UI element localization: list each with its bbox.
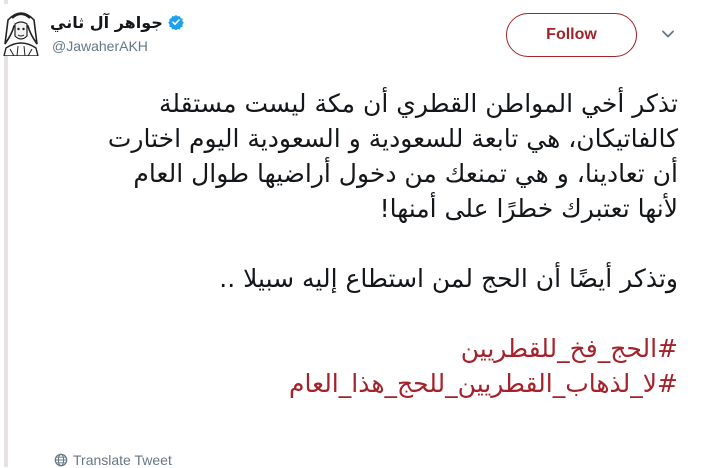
tweet-line: أن تعادينا، و هي تمنعك من دخول أراضيها ط… bbox=[133, 159, 678, 188]
tweet-line: لأنها تعتبرك خطرًا على أمنها! bbox=[379, 194, 678, 223]
tweet-line: وتذكر أيضًا أن الحج لمن استطاع إليه سبيل… bbox=[219, 264, 678, 293]
tweet-text: تذكر أخي المواطن القطري أن مكة ليست مستق… bbox=[58, 86, 678, 401]
hashtag-link[interactable]: #لا_لذهاب_القطريين_للحج_هذا_العام bbox=[58, 366, 678, 401]
tweet-line: كالفاتيكان، هي تابعة للسعودية و السعودية… bbox=[107, 124, 678, 153]
chevron-down-icon[interactable] bbox=[660, 26, 676, 42]
display-name[interactable]: جواهر آل ثاني bbox=[50, 13, 163, 32]
translate-label[interactable]: Translate Tweet bbox=[73, 452, 172, 468]
tweet-line: تذكر أخي المواطن القطري أن مكة ليست مستق… bbox=[158, 89, 678, 118]
thread-line-accent bbox=[4, 0, 8, 467]
user-handle[interactable]: @JawaherAKH bbox=[52, 38, 148, 54]
avatar[interactable] bbox=[0, 4, 42, 56]
translate-tweet-link[interactable]: Translate Tweet bbox=[54, 452, 172, 468]
follow-button[interactable]: Follow bbox=[506, 13, 637, 57]
hashtag-link[interactable]: #الحج_فخ_للقطريين bbox=[58, 331, 678, 366]
globe-icon bbox=[54, 453, 68, 467]
author-name-row[interactable]: جواهر آل ثاني bbox=[50, 10, 184, 34]
verified-badge-icon bbox=[168, 15, 184, 30]
avatar-image bbox=[0, 4, 42, 56]
